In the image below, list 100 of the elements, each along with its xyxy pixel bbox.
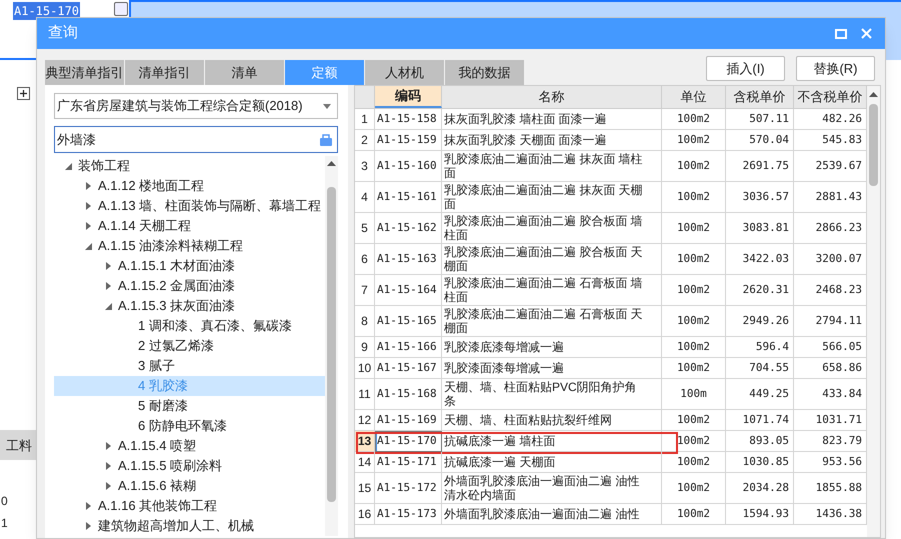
tree-item[interactable]: 装饰工程 [54, 156, 325, 176]
column-header[interactable]: 含税单价 [726, 86, 794, 108]
tree-item[interactable]: 3 腻子 [54, 356, 325, 376]
tree-item[interactable]: 6 防静电环氧漆 [54, 416, 325, 436]
expand-arrow-icon[interactable] [86, 222, 90, 230]
row-number: 10 [355, 358, 375, 379]
row-number: 16 [355, 504, 375, 525]
row-number: 1 [355, 109, 375, 130]
table-cell: 100m2 [662, 130, 726, 151]
tree-item[interactable]: 2 过氯乙烯漆 [54, 336, 325, 356]
tree-item[interactable]: A.1.15.5 喷刷涂料 [54, 456, 325, 476]
expand-arrow-icon[interactable] [106, 482, 110, 490]
scroll-up-icon[interactable] [869, 92, 878, 97]
tab[interactable]: 我的数据 [445, 60, 524, 85]
table-cell: 1030.85 [726, 452, 794, 473]
cell-handle[interactable] [114, 2, 128, 16]
table-cell: 100m [662, 379, 726, 410]
row-number: 7 [355, 275, 375, 306]
tree-item[interactable]: A.1.14 天棚工程 [54, 216, 325, 236]
table-cell: 100m2 [662, 275, 726, 306]
expand-arrow-icon[interactable] [86, 502, 90, 510]
table-cell: 天棚、墙、柱面粘贴抗裂纤维网 [442, 410, 662, 431]
tree-item[interactable]: A.1.12 楼地面工程 [54, 176, 325, 196]
tab[interactable]: 人材机 [365, 60, 444, 85]
table-cell: 乳胶漆底油二遍面油二遍 抹灰面 墙柱面 [442, 151, 662, 182]
table-cell: 100m2 [662, 306, 726, 337]
table-cell: 乳胶漆底油二遍面油二遍 胶合板面 墙柱面 [442, 213, 662, 244]
scroll-thumb[interactable] [869, 104, 878, 186]
table-cell: 100m2 [662, 473, 726, 504]
table-cell: 100m2 [662, 452, 726, 473]
scrollbar[interactable] [325, 156, 338, 536]
table-cell: A1-15-160 [375, 151, 442, 182]
search-field[interactable]: 外墙漆 [54, 126, 338, 153]
tree-item[interactable]: A.1.13 墙、柱面装饰与隔断、幕墙工程 [54, 196, 325, 216]
row-number: 8 [355, 306, 375, 337]
table-cell: 天棚、墙、柱面粘贴PVC阴阳角护角条 [442, 379, 662, 410]
tree-item[interactable]: A.1.15.4 喷塑 [54, 436, 325, 456]
scrollbar[interactable] [867, 86, 880, 537]
table-cell: A1-15-162 [375, 213, 442, 244]
row-number: 15 [355, 473, 375, 504]
table-cell: 596.4 [726, 337, 794, 358]
tab[interactable]: 清单 [205, 60, 284, 85]
table-cell: 100m2 [662, 244, 726, 275]
table-cell: A1-15-167 [375, 358, 442, 379]
expand-arrow-icon[interactable] [86, 182, 90, 190]
expand-arrow-icon[interactable] [106, 282, 110, 290]
table-cell: 抹灰面乳胶漆 墙柱面 面漆一遍 [442, 109, 662, 130]
expand-arrow-icon[interactable] [86, 202, 90, 210]
table-cell: 乳胶漆底漆每增减一遍 [442, 337, 662, 358]
table-cell: A1-15-161 [375, 182, 442, 213]
close-icon[interactable] [861, 28, 872, 39]
table-cell: 1071.74 [726, 410, 794, 431]
table-cell: A1-15-168 [375, 379, 442, 410]
expand-icon[interactable] [17, 87, 30, 100]
scroll-thumb[interactable] [327, 187, 336, 502]
tree-item[interactable]: A.1.15 油漆涂料裱糊工程 [54, 236, 325, 256]
tab[interactable]: 典型清单指引 [45, 60, 124, 85]
collapse-arrow-icon[interactable] [64, 162, 72, 170]
expand-arrow-icon[interactable] [106, 262, 110, 270]
expand-arrow-icon[interactable] [106, 462, 110, 470]
tree-item[interactable]: 5 耐磨漆 [54, 396, 325, 416]
table-cell: A1-15-163 [375, 244, 442, 275]
table-cell: 100m2 [662, 151, 726, 182]
column-header[interactable]: 名称 [442, 86, 662, 108]
tree-item[interactable]: A.1.15.2 金属面油漆 [54, 276, 325, 296]
tree-item[interactable]: A.1.15.1 木材面油漆 [54, 256, 325, 276]
collapse-arrow-icon[interactable] [84, 242, 92, 250]
toolbar-button[interactable]: 替换(R) [796, 56, 875, 81]
column-header[interactable]: 单位 [662, 86, 726, 108]
tree-item[interactable]: A.1.15.6 裱糊 [54, 476, 325, 496]
expand-arrow-icon[interactable] [106, 442, 110, 450]
row-number: 0 [0, 493, 9, 510]
library-dropdown[interactable]: 广东省房屋建筑与装饰工程综合定额(2018) [54, 93, 338, 119]
tab[interactable]: 清单指引 [125, 60, 204, 85]
tree-item[interactable]: 1 调和漆、真石漆、氟碳漆 [54, 316, 325, 336]
basket-icon[interactable] [319, 132, 333, 146]
row-number: 1 [0, 515, 9, 532]
toolbar-button[interactable]: 插入(I) [706, 56, 785, 81]
table-cell: 2620.31 [726, 275, 794, 306]
table-cell: A1-15-170 [375, 431, 442, 452]
table-cell: 507.11 [726, 109, 794, 130]
table-cell: 乳胶漆面漆每增减一遍 [442, 358, 662, 379]
table-cell: 100m2 [662, 410, 726, 431]
column-header[interactable]: 编码 [375, 86, 442, 108]
tree-item[interactable]: 建筑物超高增加人工、机械 [54, 516, 325, 536]
expand-arrow-icon[interactable] [86, 522, 90, 530]
scroll-up-icon[interactable] [327, 161, 336, 166]
table-cell: 乳胶漆底油二遍面油二遍 抹灰面 天棚面 [442, 182, 662, 213]
table-cell: 3422.03 [726, 244, 794, 275]
row-number: 14 [355, 452, 375, 473]
table-cell: 704.55 [726, 358, 794, 379]
panel-tab[interactable]: 工料 [0, 430, 36, 460]
maximize-icon[interactable] [835, 28, 847, 38]
table-cell: A1-15-169 [375, 410, 442, 431]
collapse-arrow-icon[interactable] [104, 302, 112, 310]
table-cell: 乳胶漆底油二遍面油二遍 石膏板面 天棚面 [442, 306, 662, 337]
tree-item[interactable]: A.1.16 其他装饰工程 [54, 496, 325, 516]
table-cell: 100m2 [662, 182, 726, 213]
tree-item[interactable]: A.1.15.3 抹灰面油漆 [54, 296, 325, 316]
table-cell: 100m2 [662, 337, 726, 358]
